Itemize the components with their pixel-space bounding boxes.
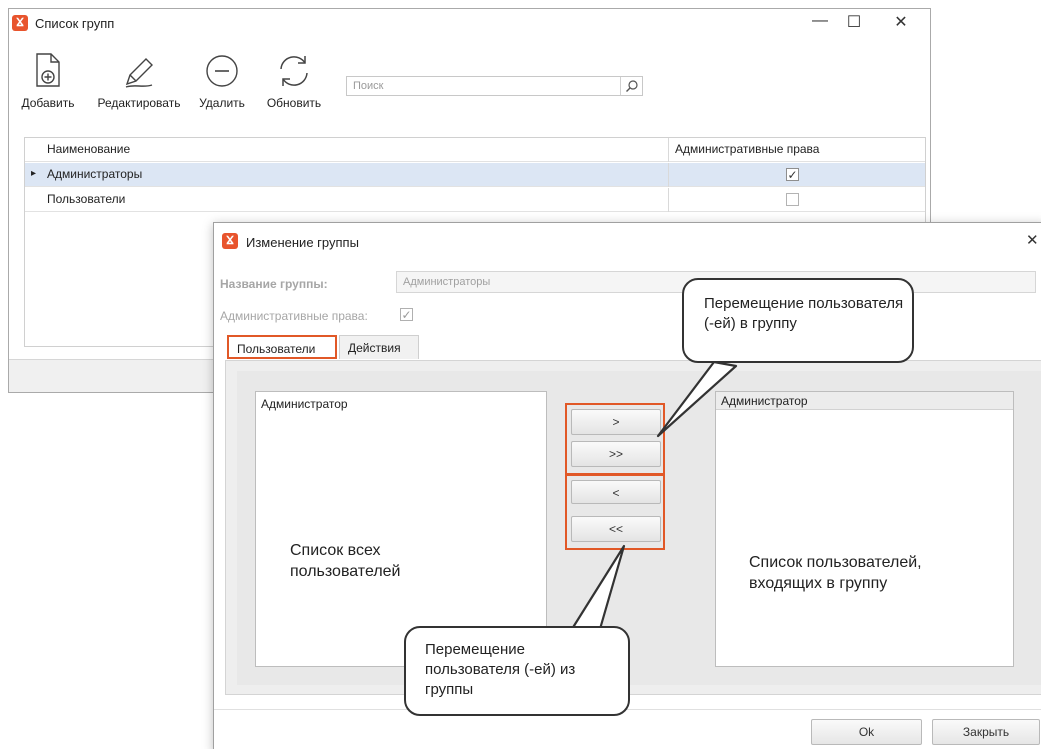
callout-move-out-text: Перемещение пользователя (-ей) из группы <box>425 641 576 698</box>
callout-pointer-in <box>656 360 738 438</box>
tab-users[interactable]: Пользователи <box>227 335 337 359</box>
callout-move-in: Перемещение пользователя (-ей) в группу <box>682 278 914 363</box>
callout-pointer-out <box>570 544 626 631</box>
callout-move-out: Перемещение пользователя (-ей) из группы <box>404 626 630 716</box>
callout-move-in-text: Перемещение пользователя (-ей) в группу <box>704 295 904 332</box>
